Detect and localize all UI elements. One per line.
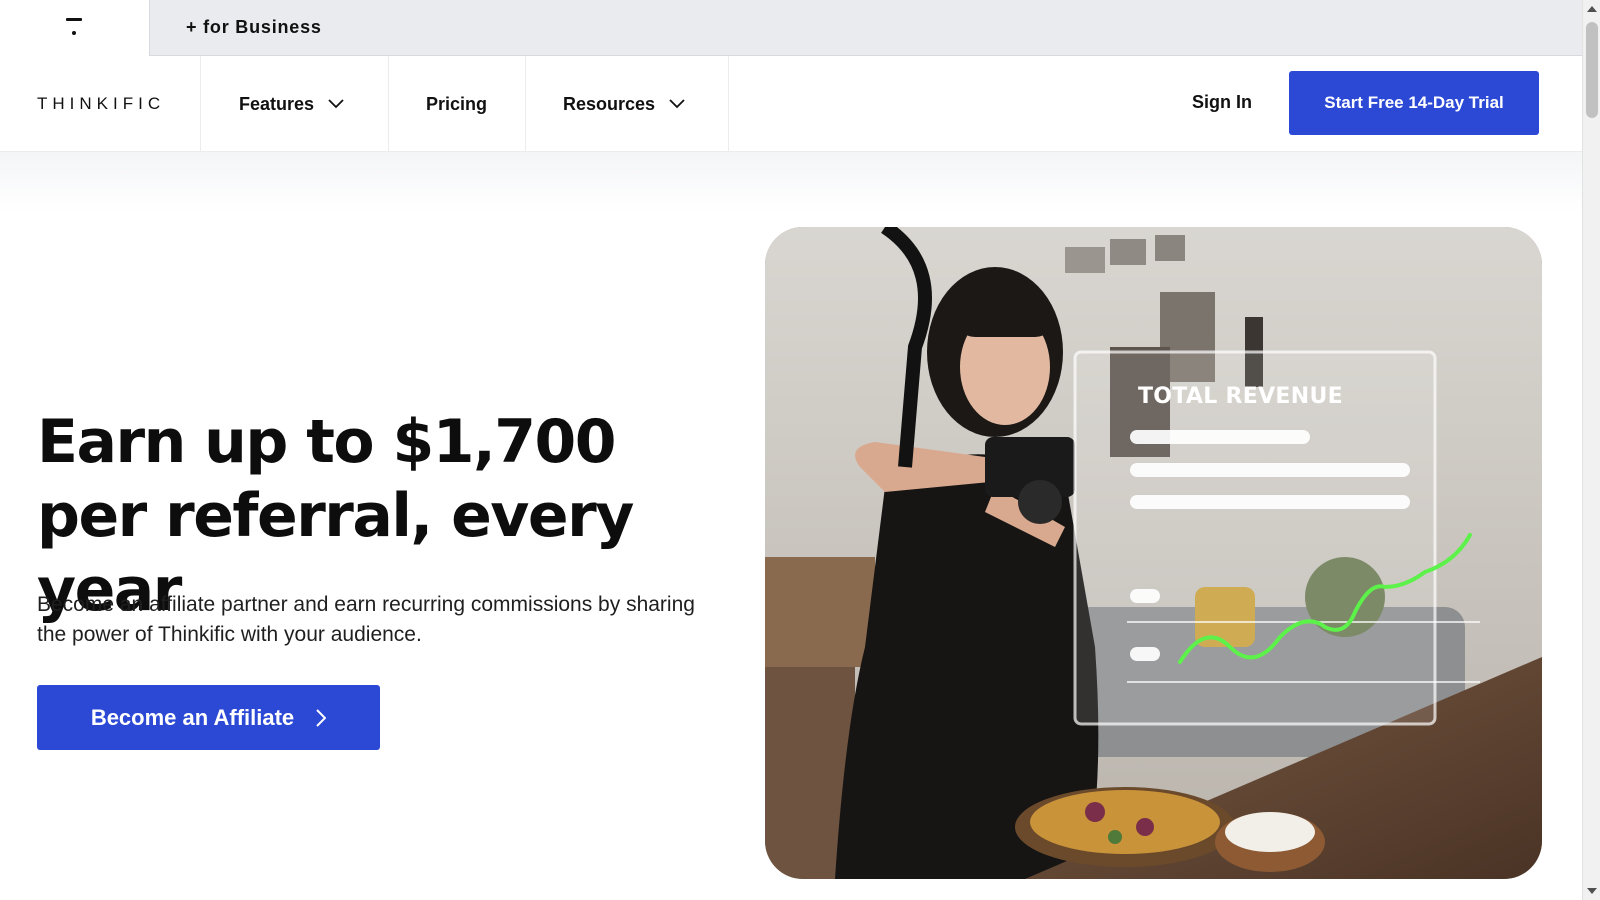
for-business-link[interactable]: + for Business — [186, 17, 322, 38]
nav-shadow — [0, 152, 1582, 212]
total-revenue-label: TOTAL REVENUE — [1138, 384, 1343, 409]
brand-wordmark[interactable]: THINKIFIC — [37, 94, 165, 114]
become-affiliate-button[interactable]: Become an Affiliate — [37, 685, 380, 750]
main-navigation: THINKIFIC Features Pricing Resources Sig… — [0, 56, 1582, 152]
start-trial-button[interactable]: Start Free 14-Day Trial — [1289, 71, 1539, 135]
top-utility-bar: + for Business — [0, 0, 1582, 56]
hero-subtitle: Become an affiliate partner and earn rec… — [37, 593, 695, 646]
nav-features[interactable]: Features — [200, 56, 388, 152]
nav-resources[interactable]: Resources — [525, 56, 729, 152]
hero-photo-illustration — [765, 227, 1542, 879]
become-affiliate-label: Become an Affiliate — [90, 704, 295, 730]
thinkific-logo-icon — [66, 18, 82, 38]
nav-pricing-label: Pricing — [426, 93, 488, 114]
chevron-right-icon — [316, 708, 327, 727]
logo-tab[interactable] — [0, 0, 150, 56]
chevron-down-icon — [669, 99, 685, 109]
scroll-down-arrow-icon[interactable] — [1587, 888, 1597, 894]
scrollbar-thumb[interactable] — [1586, 22, 1598, 118]
chevron-down-icon — [328, 99, 344, 109]
scroll-up-arrow-icon[interactable] — [1587, 6, 1597, 12]
nav-resources-label: Resources — [563, 93, 656, 114]
page-scrollbar[interactable] — [1582, 0, 1600, 900]
sign-in-link[interactable]: Sign In — [1192, 92, 1252, 113]
nav-features-label: Features — [239, 93, 315, 114]
nav-pricing[interactable]: Pricing — [388, 56, 525, 152]
hero-image: TOTAL REVENUE — [765, 227, 1542, 879]
